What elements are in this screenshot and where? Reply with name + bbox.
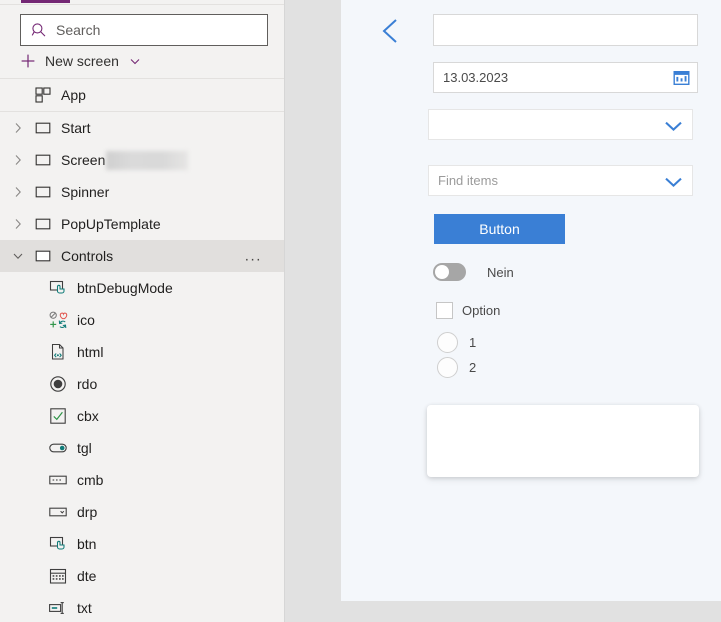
plus-icon	[20, 53, 36, 69]
date-value: 13.03.2023	[443, 70, 509, 85]
screen-icon	[34, 215, 52, 233]
date-picker[interactable]: 13.03.2023	[433, 62, 698, 93]
checkbox[interactable]: Option	[436, 302, 500, 319]
list-item[interactable]: drp	[0, 496, 284, 528]
combobox[interactable]: Find items	[428, 165, 693, 196]
calendar-icon	[48, 566, 68, 586]
list-item[interactable]: cbx	[0, 400, 284, 432]
tree-item-screen[interactable]: Screen	[0, 144, 284, 176]
list-item[interactable]: tgl	[0, 432, 284, 464]
list-item[interactable]: ico	[0, 304, 284, 336]
radio-icon	[48, 374, 68, 394]
textinput-icon	[48, 598, 68, 618]
primary-button[interactable]: Button	[434, 214, 565, 244]
overflow-menu-button[interactable]: ...	[245, 249, 262, 264]
list-item-label: btn	[77, 536, 97, 552]
chevron-left-icon[interactable]	[379, 16, 405, 46]
list-item-label: drp	[77, 504, 98, 520]
combobox-icon	[48, 470, 68, 490]
new-screen-button[interactable]: New screen	[20, 50, 142, 72]
list-item[interactable]: btn	[0, 528, 284, 560]
radio-label: 2	[469, 360, 477, 375]
combobox-placeholder: Find items	[438, 173, 498, 188]
screen-icon	[34, 119, 52, 137]
list-item[interactable]: cmb	[0, 464, 284, 496]
tree-item-controls[interactable]: Controls ...	[0, 240, 284, 272]
tree-item-label: Spinner	[61, 184, 110, 200]
chevron-down-icon[interactable]	[664, 119, 683, 131]
list-item[interactable]: rdo	[0, 368, 284, 400]
tree-view-pane: Search New screen App Start Screen Spinn…	[0, 0, 285, 622]
search-input[interactable]: Search	[20, 14, 268, 46]
list-item[interactable]: btnDebugMode	[0, 272, 284, 304]
chevron-right-icon[interactable]	[10, 152, 26, 168]
search-box[interactable]: Search	[20, 14, 268, 46]
tree-item-start[interactable]: Start	[0, 112, 284, 144]
dropdown-icon	[48, 502, 68, 522]
chevron-right-icon[interactable]	[10, 120, 26, 136]
app-root: Search New screen App Start Screen Spinn…	[0, 0, 721, 622]
checkbox-label: Option	[462, 303, 501, 318]
active-tab-indicator	[21, 0, 70, 3]
tree-item-popuptemplate[interactable]: PopUpTemplate	[0, 208, 284, 240]
list-item-label: txt	[77, 600, 92, 616]
list-item-label: ico	[77, 312, 95, 328]
list-item-label: dte	[77, 568, 97, 584]
list-item-label: cmb	[77, 472, 104, 488]
new-screen-label: New screen	[45, 53, 119, 69]
screen-icon	[34, 151, 52, 169]
tree-item-label: App	[61, 87, 86, 103]
redacted-text	[106, 150, 189, 170]
dropdown[interactable]	[428, 109, 693, 140]
canvas-gutter	[286, 0, 341, 622]
chevron-down-icon[interactable]	[10, 248, 26, 264]
html-text-card	[427, 405, 699, 477]
radio-circle[interactable]	[437, 332, 458, 353]
button-icon	[48, 278, 68, 298]
search-placeholder: Search	[56, 22, 101, 38]
chevron-down-icon[interactable]	[664, 175, 683, 187]
screen-icon	[34, 247, 52, 265]
list-item-label: rdo	[77, 376, 98, 392]
tree-item-label: Start	[61, 120, 91, 136]
toggle-switch[interactable]: Nein	[433, 263, 514, 281]
checkbox-box[interactable]	[436, 302, 453, 319]
chevron-down-icon[interactable]	[128, 54, 142, 68]
tree-item-label: Screen	[61, 152, 106, 168]
radio-label: 1	[469, 335, 477, 350]
search-icon	[31, 22, 47, 38]
button-icon	[48, 534, 68, 554]
toggle-label: Nein	[487, 264, 514, 280]
icon-set-icon	[48, 310, 68, 330]
toggle-track[interactable]	[433, 263, 466, 281]
tree-item-label: PopUpTemplate	[61, 216, 161, 232]
calendar-icon[interactable]	[673, 69, 690, 86]
list-item[interactable]: txt	[0, 592, 284, 622]
text-input[interactable]	[433, 14, 698, 46]
chevron-right-icon[interactable]	[10, 184, 26, 200]
app-canvas: 13.03.2023 Find items Button Nein Option…	[341, 0, 721, 601]
tree-item-app[interactable]: App	[0, 79, 284, 111]
radio-circle[interactable]	[437, 357, 458, 378]
radio-option-2[interactable]: 2	[437, 357, 476, 378]
list-item-label: cbx	[77, 408, 99, 424]
list-item-label: btnDebugMode	[77, 280, 173, 296]
list-item-label: html	[77, 344, 104, 360]
toggle-icon	[48, 438, 68, 458]
chevron-right-icon[interactable]	[10, 216, 26, 232]
list-item[interactable]: dte	[0, 560, 284, 592]
html-text-icon	[48, 342, 68, 362]
toggle-knob	[435, 265, 449, 279]
checkbox-icon	[48, 406, 68, 426]
list-item[interactable]: html	[0, 336, 284, 368]
tree-item-label: Controls	[61, 248, 114, 264]
app-icon	[34, 86, 52, 104]
radio-option-1[interactable]: 1	[437, 332, 476, 353]
tree-item-spinner[interactable]: Spinner	[0, 176, 284, 208]
list-item-label: tgl	[77, 440, 92, 456]
screen-icon	[34, 183, 52, 201]
tab-divider	[0, 4, 284, 5]
